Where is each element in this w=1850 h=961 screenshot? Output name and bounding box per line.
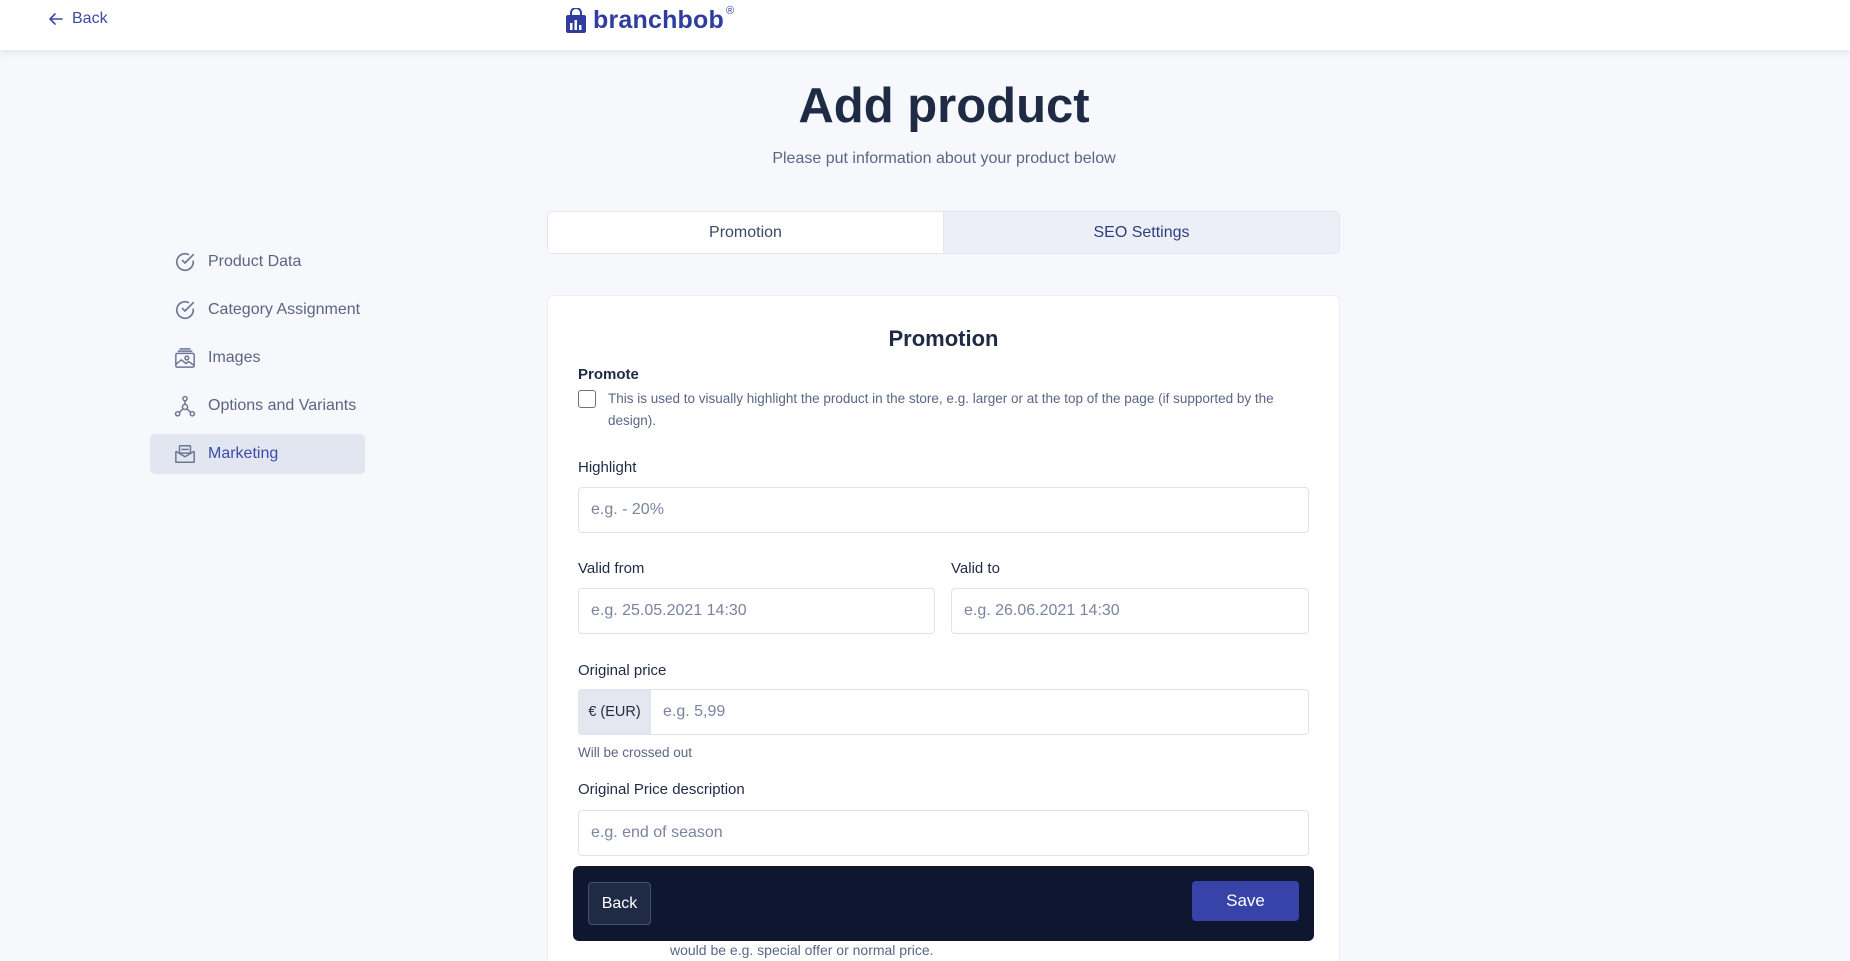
tab-seo-settings[interactable]: SEO Settings — [944, 212, 1339, 253]
header-back-link[interactable]: Back — [48, 10, 108, 28]
price-description-input[interactable] — [578, 810, 1309, 856]
valid-to-input[interactable] — [951, 588, 1309, 634]
valid-from-input[interactable] — [578, 588, 935, 634]
shopping-bag-icon — [566, 7, 586, 33]
promotion-card: Promotion Promote This is used to visual… — [547, 295, 1340, 961]
original-price-hint: Will be crossed out — [578, 745, 693, 760]
card-title: Promotion — [888, 326, 999, 351]
sidebar-item-label: Options and Variants — [208, 397, 357, 414]
currency-addon: € (EUR) — [578, 689, 650, 735]
sidebar-item-label: Product Data — [208, 253, 302, 270]
sidebar-item-category-assignment[interactable]: Category Assignment — [150, 290, 365, 330]
promote-help-text: This is used to visually highlight the p… — [608, 391, 1274, 428]
sidebar-item-label: Images — [208, 349, 261, 366]
valid-from-label: Valid from — [578, 560, 645, 577]
check-circle-icon — [175, 253, 195, 271]
sidebar-item-images[interactable]: Images — [150, 338, 365, 378]
price-description-hint: would be e.g. special offer or normal pr… — [670, 942, 934, 958]
price-description-label: Original Price description — [578, 781, 745, 798]
original-price-label: Original price — [578, 662, 667, 679]
brand-logo[interactable]: branchbob ® — [565, 4, 735, 35]
check-circle-icon — [175, 301, 195, 319]
variants-icon — [174, 395, 196, 417]
section-tabs: Promotion SEO Settings — [547, 211, 1340, 254]
form-action-bar: Back Save — [573, 866, 1314, 941]
sidebar: Product Data Category Assignment Images … — [150, 242, 365, 482]
page-title: Add product — [798, 79, 1090, 133]
tab-promotion[interactable]: Promotion — [548, 212, 944, 253]
sidebar-item-marketing[interactable]: Marketing — [150, 434, 365, 474]
header-back-label: Back — [72, 10, 108, 27]
images-icon — [175, 348, 195, 368]
save-button[interactable]: Save — [1192, 881, 1299, 921]
original-price-input[interactable] — [650, 689, 1309, 735]
promote-row: This is used to visually highlight the p… — [578, 388, 1318, 432]
promote-checkbox[interactable] — [578, 390, 596, 408]
highlight-label: Highlight — [578, 459, 637, 476]
top-bar: Back branchbob ® — [0, 0, 1850, 50]
sidebar-item-options-variants[interactable]: Options and Variants — [150, 386, 365, 426]
back-button[interactable]: Back — [588, 882, 651, 925]
registered-mark: ® — [725, 4, 735, 17]
page-subtitle: Please put information about your produc… — [772, 150, 1116, 167]
sidebar-item-label: Marketing — [208, 445, 279, 462]
valid-to-label: Valid to — [951, 560, 1000, 577]
highlight-input[interactable] — [578, 487, 1309, 533]
brand-name: branchbob — [593, 6, 724, 34]
sidebar-item-product-data[interactable]: Product Data — [150, 242, 365, 282]
marketing-icon — [175, 445, 195, 463]
original-price-group: € (EUR) — [578, 689, 1309, 735]
arrow-left-icon — [49, 13, 63, 25]
promote-label: Promote — [578, 366, 639, 383]
sidebar-item-label: Category Assignment — [208, 301, 361, 318]
